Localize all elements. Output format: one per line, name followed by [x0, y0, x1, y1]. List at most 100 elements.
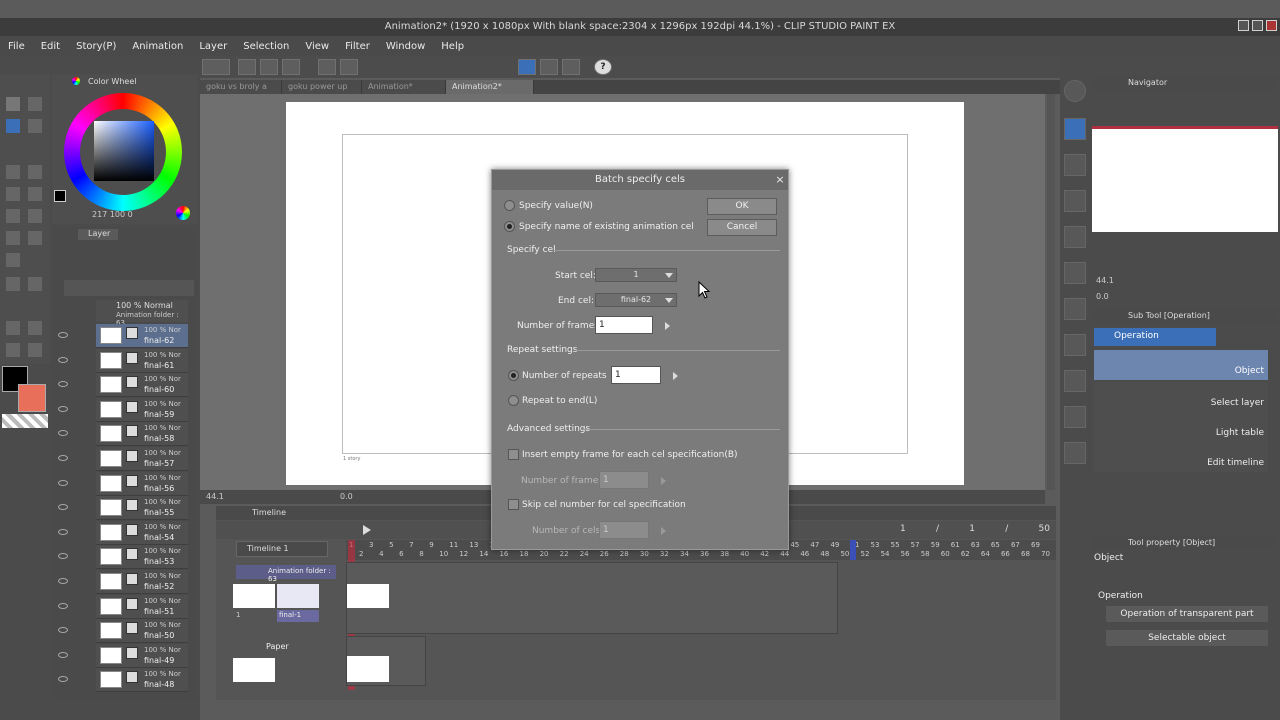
saturation-value-square[interactable] [94, 121, 154, 181]
navigator-preview[interactable] [1092, 126, 1278, 232]
layer-row[interactable]: 100 % Nor final-59 [96, 397, 188, 422]
menu-filter[interactable]: Filter [337, 41, 378, 52]
layer-tool-side-icon[interactable] [1064, 262, 1086, 284]
layer-row[interactable]: 100 % Nor final-56 [96, 471, 188, 496]
frames-stepper-icon[interactable] [665, 322, 670, 330]
start-cel-select[interactable]: 1 [595, 268, 677, 282]
open-file-icon[interactable] [260, 59, 278, 75]
operation-tool-icon[interactable] [6, 119, 20, 133]
blend-tool-icon[interactable] [6, 253, 20, 267]
operation-dropdown[interactable]: Operation of transparent part [1106, 606, 1268, 622]
redo-icon[interactable] [340, 59, 358, 75]
menu-layer[interactable]: Layer [191, 41, 235, 52]
subtool-light-table[interactable]: Light table [1094, 412, 1268, 442]
tab-goku-power-up[interactable]: goku power up [282, 80, 362, 94]
layer-row[interactable]: 100 % Nor final-60 [96, 373, 188, 398]
color-mode-icon[interactable] [176, 206, 190, 220]
adv-cels-input[interactable]: 1 [599, 521, 649, 539]
brush-tool-icon[interactable] [6, 209, 20, 223]
decoration-tool-icon[interactable] [6, 231, 20, 245]
end-cel-select[interactable]: final-62 [595, 293, 677, 307]
fill-tool-side-icon[interactable] [1064, 298, 1086, 320]
cel-frame-1[interactable] [347, 584, 389, 608]
tab-animation[interactable]: Animation* [362, 80, 446, 94]
zoom-magnifier-icon[interactable] [1064, 80, 1086, 102]
cancel-button[interactable]: Cancel [707, 219, 777, 236]
new-file-icon[interactable] [238, 59, 256, 75]
snap-ruler-icon[interactable] [518, 59, 536, 75]
layer-visibility-eye-icon[interactable] [58, 651, 68, 658]
layer-visibility-eye-icon[interactable] [58, 528, 68, 535]
selectable-dropdown[interactable]: Selectable object [1106, 630, 1268, 646]
eraser-tool-icon[interactable] [28, 231, 42, 245]
layer-row[interactable]: 100 % Nor final-62 [96, 324, 188, 348]
layer-row[interactable]: 100 % Nor final-53 [96, 545, 188, 570]
grid-tool-side-icon[interactable] [1064, 226, 1086, 248]
subtool-edit-timeline[interactable]: Edit timeline [1094, 442, 1268, 472]
tab-animation2[interactable]: Animation2* [446, 80, 534, 94]
skip-cel-number-checkbox[interactable] [508, 499, 519, 510]
menu-help[interactable]: Help [433, 41, 472, 52]
nav-rotation[interactable]: 0.0 [1096, 292, 1109, 301]
canvas-rotation-value[interactable]: 0.0 [340, 492, 353, 501]
app-logo-icon[interactable] [202, 59, 230, 75]
layer-row[interactable]: 100 % Nor final-49 [96, 643, 188, 668]
pin-tool-side-icon[interactable] [1064, 442, 1086, 464]
paper-track[interactable]: Paper [236, 640, 336, 654]
dialog-close-icon[interactable]: × [774, 174, 786, 186]
menu-edit[interactable]: Edit [33, 41, 68, 52]
nav-zoom[interactable]: 44.1 [1096, 276, 1114, 285]
gradient-tool-icon[interactable] [28, 277, 42, 291]
layer-row[interactable]: 100 % Nor final-55 [96, 496, 188, 521]
move-tool-side-icon[interactable] [1064, 154, 1086, 176]
move-layer-tool-icon[interactable] [28, 119, 42, 133]
repeats-stepper-icon[interactable] [673, 372, 678, 380]
lasso-tool-icon[interactable] [6, 165, 20, 179]
layer-row[interactable]: 100 % Nor final-57 [96, 447, 188, 471]
frames-input[interactable]: 1 [595, 316, 653, 334]
menu-story[interactable]: Story(P) [68, 41, 124, 52]
menu-view[interactable]: View [297, 41, 337, 52]
transparent-color-swatch[interactable] [2, 414, 48, 428]
copy-tool-side-icon[interactable] [1064, 406, 1086, 428]
image-tool-side-icon[interactable] [1064, 334, 1086, 356]
layer-visibility-eye-icon[interactable] [58, 578, 68, 584]
figure-tool-icon[interactable] [6, 321, 20, 335]
subtool-object[interactable]: Object [1094, 350, 1268, 380]
subtool-group-tab[interactable]: Operation [1094, 328, 1216, 346]
radio-specify-name[interactable] [504, 221, 515, 232]
operation-tool-side-icon[interactable] [1064, 118, 1086, 140]
layer-row[interactable]: 100 % Nor final-52 [96, 570, 188, 594]
subtool-select-layer[interactable]: Select layer [1094, 382, 1268, 412]
text-tool-icon[interactable] [28, 321, 42, 335]
color-main-mini-swatch[interactable] [54, 190, 66, 202]
animation-folder-track[interactable]: Animation folder : 63 [236, 565, 336, 583]
paper-cel[interactable] [347, 656, 389, 682]
menu-window[interactable]: Window [378, 41, 433, 52]
menu-selection[interactable]: Selection [235, 41, 297, 52]
fill-tool-icon[interactable] [6, 277, 20, 291]
sub-color-swatch[interactable] [18, 384, 46, 412]
adv-frames-stepper-icon[interactable] [661, 477, 666, 485]
correct-line-tool-icon[interactable] [28, 343, 42, 357]
layer-visibility-eye-icon[interactable] [58, 479, 68, 486]
menu-file[interactable]: File [0, 41, 33, 52]
layer-visibility-eye-icon[interactable] [58, 455, 68, 461]
close-window-button[interactable] [1266, 20, 1277, 31]
save-file-icon[interactable] [282, 59, 300, 75]
airbrush-tool-icon[interactable] [28, 209, 42, 223]
timeline-select[interactable]: Timeline 1 [236, 541, 328, 557]
layer-row[interactable]: 100 % Nor final-50 [96, 619, 188, 644]
animation-folder-row[interactable]: 100 % Normal Animation folder : 63 [96, 300, 188, 327]
layer-row[interactable]: 100 % Nor final-51 [96, 594, 188, 619]
balloon-tool-icon[interactable] [6, 343, 20, 357]
pencil-tool-icon[interactable] [28, 187, 42, 201]
pen-tool-side-icon[interactable] [1064, 370, 1086, 392]
menu-animation[interactable]: Animation [124, 41, 191, 52]
end-marker[interactable] [850, 540, 856, 560]
radio-specify-value[interactable] [504, 200, 515, 211]
layer-row[interactable]: 100 % Nor final-61 [96, 348, 188, 373]
repeats-input[interactable]: 1 [611, 366, 661, 384]
eyedropper-tool-icon[interactable] [28, 165, 42, 179]
undo-icon[interactable] [318, 59, 336, 75]
